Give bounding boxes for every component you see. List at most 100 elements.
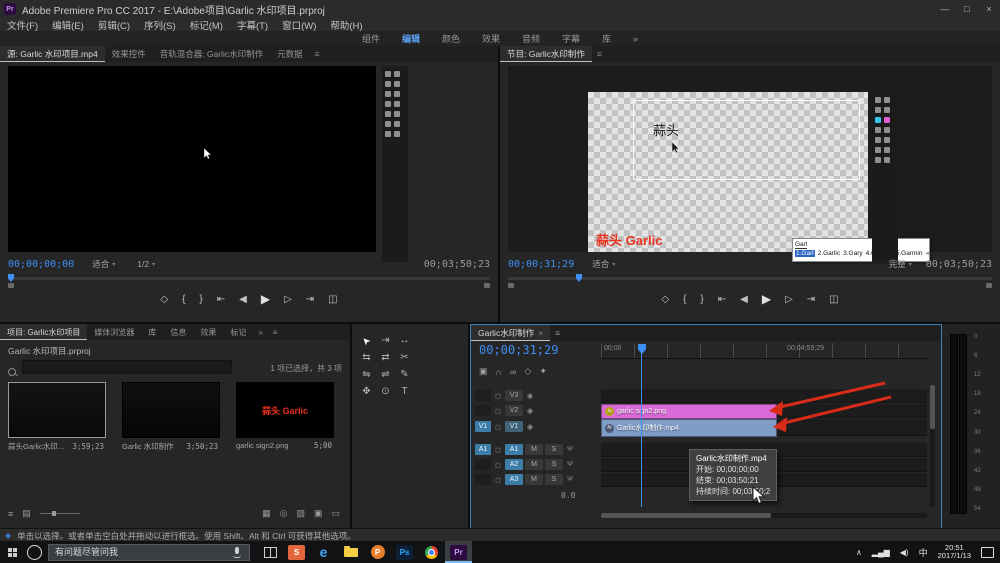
panel-tool-icon[interactable] <box>884 147 890 153</box>
network-icon[interactable]: ▂▄▆ <box>872 548 890 557</box>
zoom-handle-left[interactable] <box>508 283 514 288</box>
track-enable-v2[interactable]: V2 <box>505 405 523 416</box>
tab-libraries[interactable]: 库 <box>141 324 163 340</box>
panel-menu-icon[interactable]: ≡ <box>268 324 283 340</box>
panel-tool-icon[interactable] <box>884 97 890 103</box>
rate-stretch-tool[interactable]: ⇄ <box>376 349 395 366</box>
color-swatch-icon[interactable] <box>884 117 890 123</box>
panel-tool-icon[interactable] <box>394 121 400 127</box>
icon-view-icon[interactable]: ▤ <box>22 508 31 519</box>
mark-in-button[interactable]: { <box>683 294 686 305</box>
voiceover-record-icon[interactable]: Ψ <box>565 476 575 483</box>
timeline-horizontal-scrollbar[interactable] <box>601 513 927 518</box>
export-frame-button[interactable]: ◫ <box>328 294 337 305</box>
timeline-clip-garlic-video[interactable]: fx Garlic水印制作.mp4 <box>601 419 777 437</box>
timeline-playhead[interactable] <box>641 344 642 507</box>
program-preview[interactable]: 蒜头 蒜头 Garlic Garl 1.Garl2.Garlic3.Gary4.… <box>588 92 868 252</box>
panel-tool-icon[interactable] <box>875 127 881 133</box>
ime-candidate[interactable]: 1.Garl <box>795 250 815 257</box>
panel-tool-icon[interactable] <box>385 71 391 77</box>
source-timecode-current[interactable]: 00;00;00;00 <box>8 259 74 270</box>
track-enable-v1[interactable]: V1 <box>505 421 523 432</box>
menu-edit[interactable]: 编辑(E) <box>45 18 91 32</box>
tab-info[interactable]: 信息 <box>163 324 193 340</box>
source-patch-a1[interactable]: A1 <box>475 444 491 455</box>
go-to-in-button[interactable]: ⇤ <box>718 294 726 305</box>
ripple-edit-tool[interactable]: ↔ <box>395 332 414 349</box>
tab-source[interactable]: 源: Garlic 水印项目.mp4 <box>0 46 105 62</box>
taskbar-clock[interactable]: 20:51 2017/1/13 <box>938 544 971 560</box>
workspace-color[interactable]: 颜色 <box>442 32 460 45</box>
master-audio-level[interactable]: 0.0 <box>561 491 575 500</box>
panel-tool-icon[interactable] <box>385 121 391 127</box>
workspace-titles[interactable]: 字幕 <box>562 32 580 45</box>
nest-toggle-icon[interactable]: ▣ <box>479 366 488 377</box>
clear-icon[interactable]: ▭ <box>331 508 340 519</box>
play-button[interactable]: ▶ <box>261 292 270 306</box>
program-fit-dropdown[interactable]: 适合▾ <box>592 258 615 270</box>
mark-out-button[interactable]: } <box>199 294 202 305</box>
panel-tool-icon[interactable] <box>884 107 890 113</box>
ime-indicator[interactable]: 中 <box>919 546 928 559</box>
task-view-button[interactable] <box>264 547 277 558</box>
new-bin-icon[interactable]: ▨ <box>296 508 305 519</box>
source-fit-dropdown[interactable]: 适合▾ <box>92 258 115 270</box>
panel-tool-icon[interactable] <box>394 131 400 137</box>
panel-tool-icon[interactable] <box>394 91 400 97</box>
menu-marker[interactable]: 标记(M) <box>183 18 230 32</box>
eye-icon[interactable]: ◉ <box>525 407 535 415</box>
snap-icon[interactable]: ∩ <box>496 367 502 377</box>
menu-window[interactable]: 窗口(W) <box>275 18 323 32</box>
voiceover-record-icon[interactable]: Ψ <box>565 461 575 468</box>
source-patch-empty[interactable] <box>475 474 491 485</box>
minimize-button[interactable]: — <box>934 4 956 14</box>
automate-to-sequence-icon[interactable]: ▦ <box>262 508 271 519</box>
panel-tool-icon[interactable] <box>884 157 890 163</box>
track-enable-a1[interactable]: A1 <box>505 444 523 455</box>
workspace-assembly[interactable]: 组件 <box>362 32 380 45</box>
program-playhead[interactable] <box>576 274 582 282</box>
source-patch-empty[interactable] <box>475 459 491 470</box>
solo-button[interactable]: S <box>545 474 563 485</box>
track-lane-v3[interactable] <box>601 389 927 403</box>
menu-help[interactable]: 帮助(H) <box>323 18 369 32</box>
panel-tool-icon[interactable] <box>875 157 881 163</box>
panel-menu-icon[interactable]: ≡ <box>592 46 607 62</box>
solo-button[interactable]: S <box>545 444 563 455</box>
source-preview[interactable] <box>8 66 376 252</box>
eye-icon[interactable]: ◉ <box>525 423 535 431</box>
tab-effect-controls[interactable]: 效果控件 <box>105 46 153 62</box>
solo-button[interactable]: S <box>545 459 563 470</box>
panel-tool-icon[interactable] <box>385 81 391 87</box>
ime-page-arrows[interactable]: ◂▸ <box>925 250 930 257</box>
scrollbar-handle[interactable] <box>930 385 935 429</box>
source-patch-empty[interactable] <box>475 390 491 401</box>
panel-tool-icon[interactable] <box>394 71 400 77</box>
step-back-button[interactable]: ◀ <box>239 294 247 305</box>
linked-selection-icon[interactable]: ∞ <box>510 367 516 377</box>
taskbar-app-premiere[interactable]: Pr <box>445 541 472 563</box>
taskbar-app-p[interactable]: P <box>364 541 391 563</box>
add-marker-button[interactable]: ◇ <box>160 294 168 305</box>
panel-menu-icon[interactable]: ≡ <box>550 325 565 341</box>
maximize-button[interactable]: □ <box>956 4 978 14</box>
add-marker-icon[interactable]: ◇ <box>524 366 531 377</box>
slide-tool[interactable]: ⇌ <box>376 366 395 383</box>
close-button[interactable]: × <box>978 4 1000 14</box>
tab-program[interactable]: 节目: Garlic水印制作 <box>500 46 592 62</box>
add-marker-button[interactable]: ◇ <box>661 294 669 305</box>
tab-effects[interactable]: 效果 <box>193 324 223 340</box>
source-resolution-dropdown[interactable]: 1/2▾ <box>137 259 155 269</box>
lock-icon[interactable]: ◻ <box>493 392 503 400</box>
lock-icon[interactable]: ◻ <box>493 461 503 469</box>
step-back-button[interactable]: ◀ <box>740 294 748 305</box>
panel-tool-icon[interactable] <box>884 127 890 133</box>
project-item[interactable]: Garlic 水印制作3;50;23 <box>122 382 218 452</box>
source-scrub-bar[interactable] <box>8 277 490 280</box>
hand-tool[interactable]: ✥ <box>357 383 376 400</box>
panel-tool-icon[interactable] <box>385 131 391 137</box>
lock-icon[interactable]: ◻ <box>493 476 503 484</box>
timeline-vertical-scrollbar[interactable] <box>930 385 935 507</box>
panel-tool-icon[interactable] <box>385 101 391 107</box>
panel-tool-icon[interactable] <box>394 101 400 107</box>
